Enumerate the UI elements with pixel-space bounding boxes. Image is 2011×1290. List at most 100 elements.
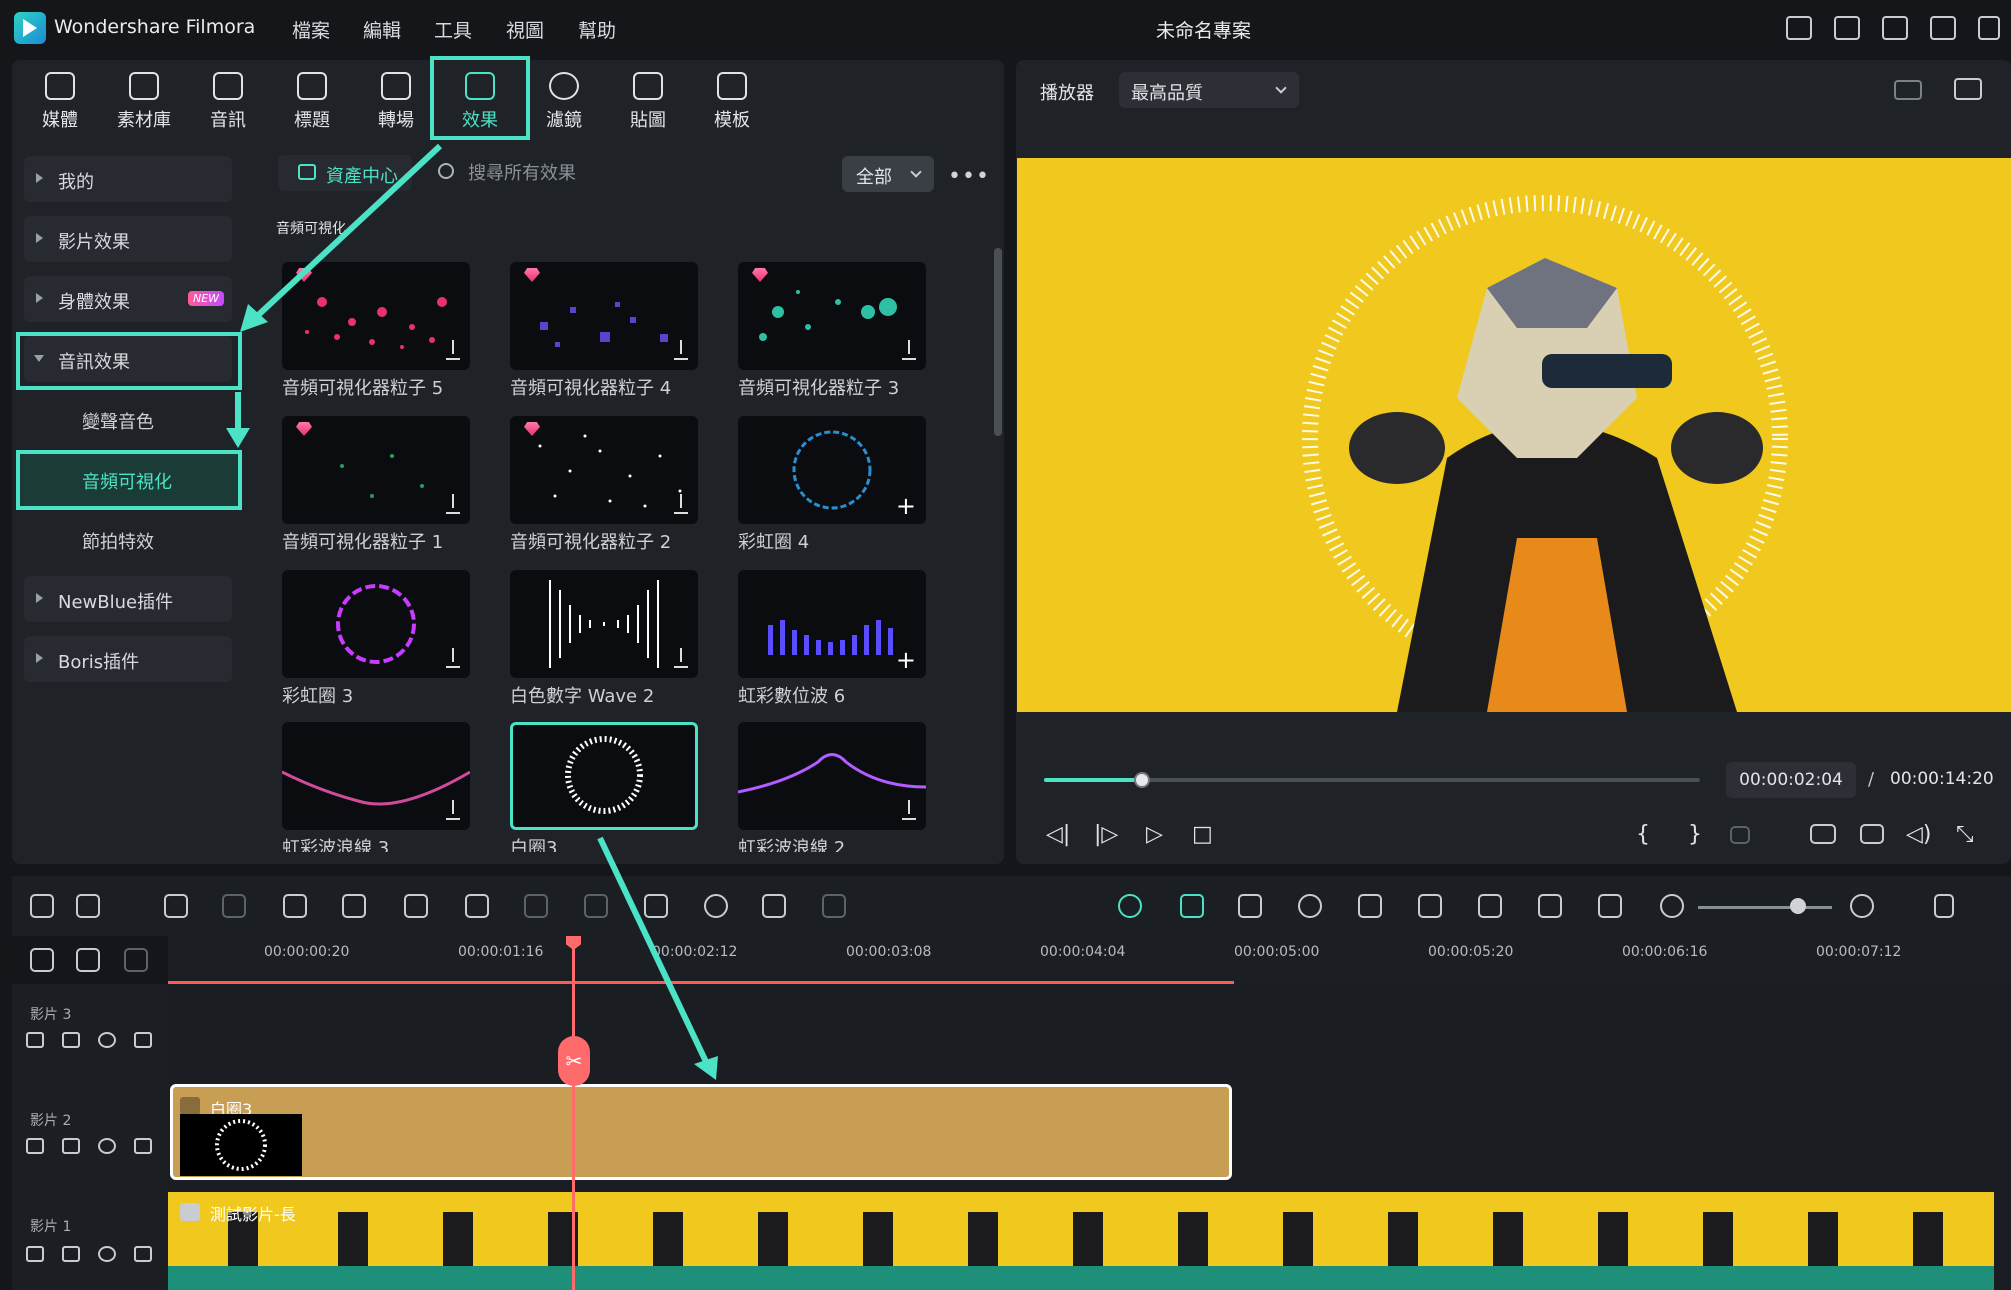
speaker-icon[interactable]: [62, 1246, 80, 1262]
download-icon[interactable]: [902, 800, 916, 820]
save-icon[interactable]: [1978, 16, 2000, 40]
track-effects-icon[interactable]: [134, 1138, 152, 1154]
effect-card-particle-1[interactable]: [282, 416, 470, 524]
download-icon[interactable]: [446, 800, 460, 820]
zoom-in-icon[interactable]: [1850, 894, 1874, 918]
track-effects-icon[interactable]: [134, 1246, 152, 1262]
playhead-line[interactable]: [572, 940, 575, 1290]
playback-scrubber-handle[interactable]: [1133, 772, 1150, 788]
menu-help[interactable]: 幫助: [578, 16, 616, 43]
audio-mix-icon[interactable]: [1478, 894, 1502, 918]
eye-icon[interactable]: [98, 1032, 116, 1048]
more-options-icon[interactable]: •••: [948, 164, 990, 189]
video-preview[interactable]: [1017, 158, 2011, 712]
next-frame-icon[interactable]: |▷: [1094, 822, 1118, 847]
subcategory-voice-change[interactable]: 變聲音色: [82, 408, 154, 434]
zoom-slider-track[interactable]: [1698, 906, 1832, 909]
snapshot-camera-icon[interactable]: [1860, 824, 1884, 844]
quality-select[interactable]: 最高品質: [1119, 72, 1299, 108]
tool-stock[interactable]: 素材庫: [108, 72, 180, 136]
group-icon[interactable]: [76, 948, 100, 972]
effect-card-particle-4[interactable]: [510, 262, 698, 370]
send-icon[interactable]: [1834, 16, 1860, 40]
add-icon[interactable]: +: [896, 494, 916, 518]
ai-effects-icon[interactable]: [1238, 894, 1262, 918]
snap-icon[interactable]: [1180, 894, 1204, 918]
download-icon[interactable]: [674, 648, 688, 668]
menu-file[interactable]: 檔案: [292, 16, 330, 43]
effect-clip[interactable]: [170, 1084, 1232, 1180]
eye-icon[interactable]: [98, 1246, 116, 1262]
display-icon[interactable]: [1810, 824, 1836, 844]
speaker-icon[interactable]: [62, 1032, 80, 1048]
track-manager-icon[interactable]: [124, 948, 148, 972]
lock-icon[interactable]: [26, 1032, 44, 1048]
speaker-icon[interactable]: [62, 1138, 80, 1154]
insert-clip-icon[interactable]: [1730, 826, 1750, 844]
current-time[interactable]: 00:00:02:04: [1726, 762, 1856, 798]
eye-icon[interactable]: [98, 1138, 116, 1154]
track-effects-icon[interactable]: [134, 1032, 152, 1048]
select-pointer-icon[interactable]: [76, 894, 100, 918]
asset-center-button[interactable]: 資產中心: [278, 155, 412, 191]
effects-scrollbar[interactable]: [994, 248, 1002, 436]
filter-select[interactable]: 全部: [842, 156, 934, 192]
subcategory-audio-visualizer[interactable]: 音頻可視化: [82, 468, 172, 494]
search-input[interactable]: [468, 158, 828, 188]
tool-transitions[interactable]: 轉場: [360, 72, 432, 136]
more-settings-icon[interactable]: [1934, 894, 1954, 918]
mask-icon[interactable]: [584, 894, 608, 918]
effect-card-particle-3[interactable]: [738, 262, 926, 370]
microphone-icon[interactable]: [1418, 894, 1442, 918]
layout-icon[interactable]: [1930, 16, 1956, 40]
effect-card-iridescent-line-2[interactable]: [738, 722, 926, 830]
download-icon[interactable]: [446, 494, 460, 514]
link-icon[interactable]: [30, 948, 54, 972]
menu-tools[interactable]: 工具: [434, 16, 472, 43]
keyframe-icon[interactable]: [1538, 894, 1562, 918]
crop-icon[interactable]: [465, 894, 489, 918]
volume-icon[interactable]: ◁): [1906, 822, 1932, 847]
layout-grid-icon[interactable]: [30, 894, 54, 918]
download-icon[interactable]: [446, 648, 460, 668]
redo-icon[interactable]: [222, 894, 246, 918]
ai-copilot-icon[interactable]: [1118, 894, 1142, 918]
undo-icon[interactable]: [164, 894, 188, 918]
tool-media[interactable]: 媒體: [24, 72, 96, 136]
video-clip[interactable]: [168, 1192, 1994, 1266]
save-cloud-icon[interactable]: [1882, 16, 1908, 40]
playback-progress-track[interactable]: [1044, 772, 1700, 788]
scope-icon[interactable]: [1954, 78, 1982, 100]
effect-card-iridescent-line-3[interactable]: [282, 722, 470, 830]
menu-view[interactable]: 視圖: [506, 16, 544, 43]
download-icon[interactable]: [446, 340, 460, 360]
category-newblue[interactable]: NewBlue插件: [24, 576, 232, 622]
text-to-speech-icon[interactable]: [822, 894, 846, 918]
marker-shield-icon[interactable]: [1358, 894, 1382, 918]
tool-filters[interactable]: 濾鏡: [528, 72, 600, 136]
color-match-icon[interactable]: [524, 894, 548, 918]
tool-titles[interactable]: 標題: [276, 72, 348, 136]
fit-width-icon[interactable]: [1598, 894, 1622, 918]
tool-audio[interactable]: 音訊: [192, 72, 264, 136]
text-icon[interactable]: [404, 894, 428, 918]
previous-frame-icon[interactable]: ◁|: [1046, 822, 1070, 847]
subcategory-beat-effects[interactable]: 節拍特效: [82, 528, 154, 554]
speed-timer-icon[interactable]: [704, 894, 728, 918]
category-boris[interactable]: Boris插件: [24, 636, 232, 682]
ai-translate-icon[interactable]: [762, 894, 786, 918]
effect-card-white-circle-3-selected[interactable]: [510, 722, 698, 830]
download-icon[interactable]: [902, 340, 916, 360]
download-icon[interactable]: [674, 494, 688, 514]
tool-stickers[interactable]: 貼圖: [612, 72, 684, 136]
effect-card-iridescent-wave-6[interactable]: +: [738, 570, 926, 678]
lock-icon[interactable]: [26, 1138, 44, 1154]
gift-icon[interactable]: [1786, 16, 1812, 40]
download-icon[interactable]: [674, 340, 688, 360]
menu-edit[interactable]: 編輯: [363, 16, 401, 43]
category-video-effects[interactable]: 影片效果: [24, 216, 232, 262]
fullscreen-icon[interactable]: ⤡: [1956, 822, 1974, 847]
split-scissors-icon[interactable]: ✂: [558, 1036, 590, 1086]
effect-card-particle-2[interactable]: [510, 416, 698, 524]
grid-view-icon[interactable]: [1894, 80, 1922, 100]
